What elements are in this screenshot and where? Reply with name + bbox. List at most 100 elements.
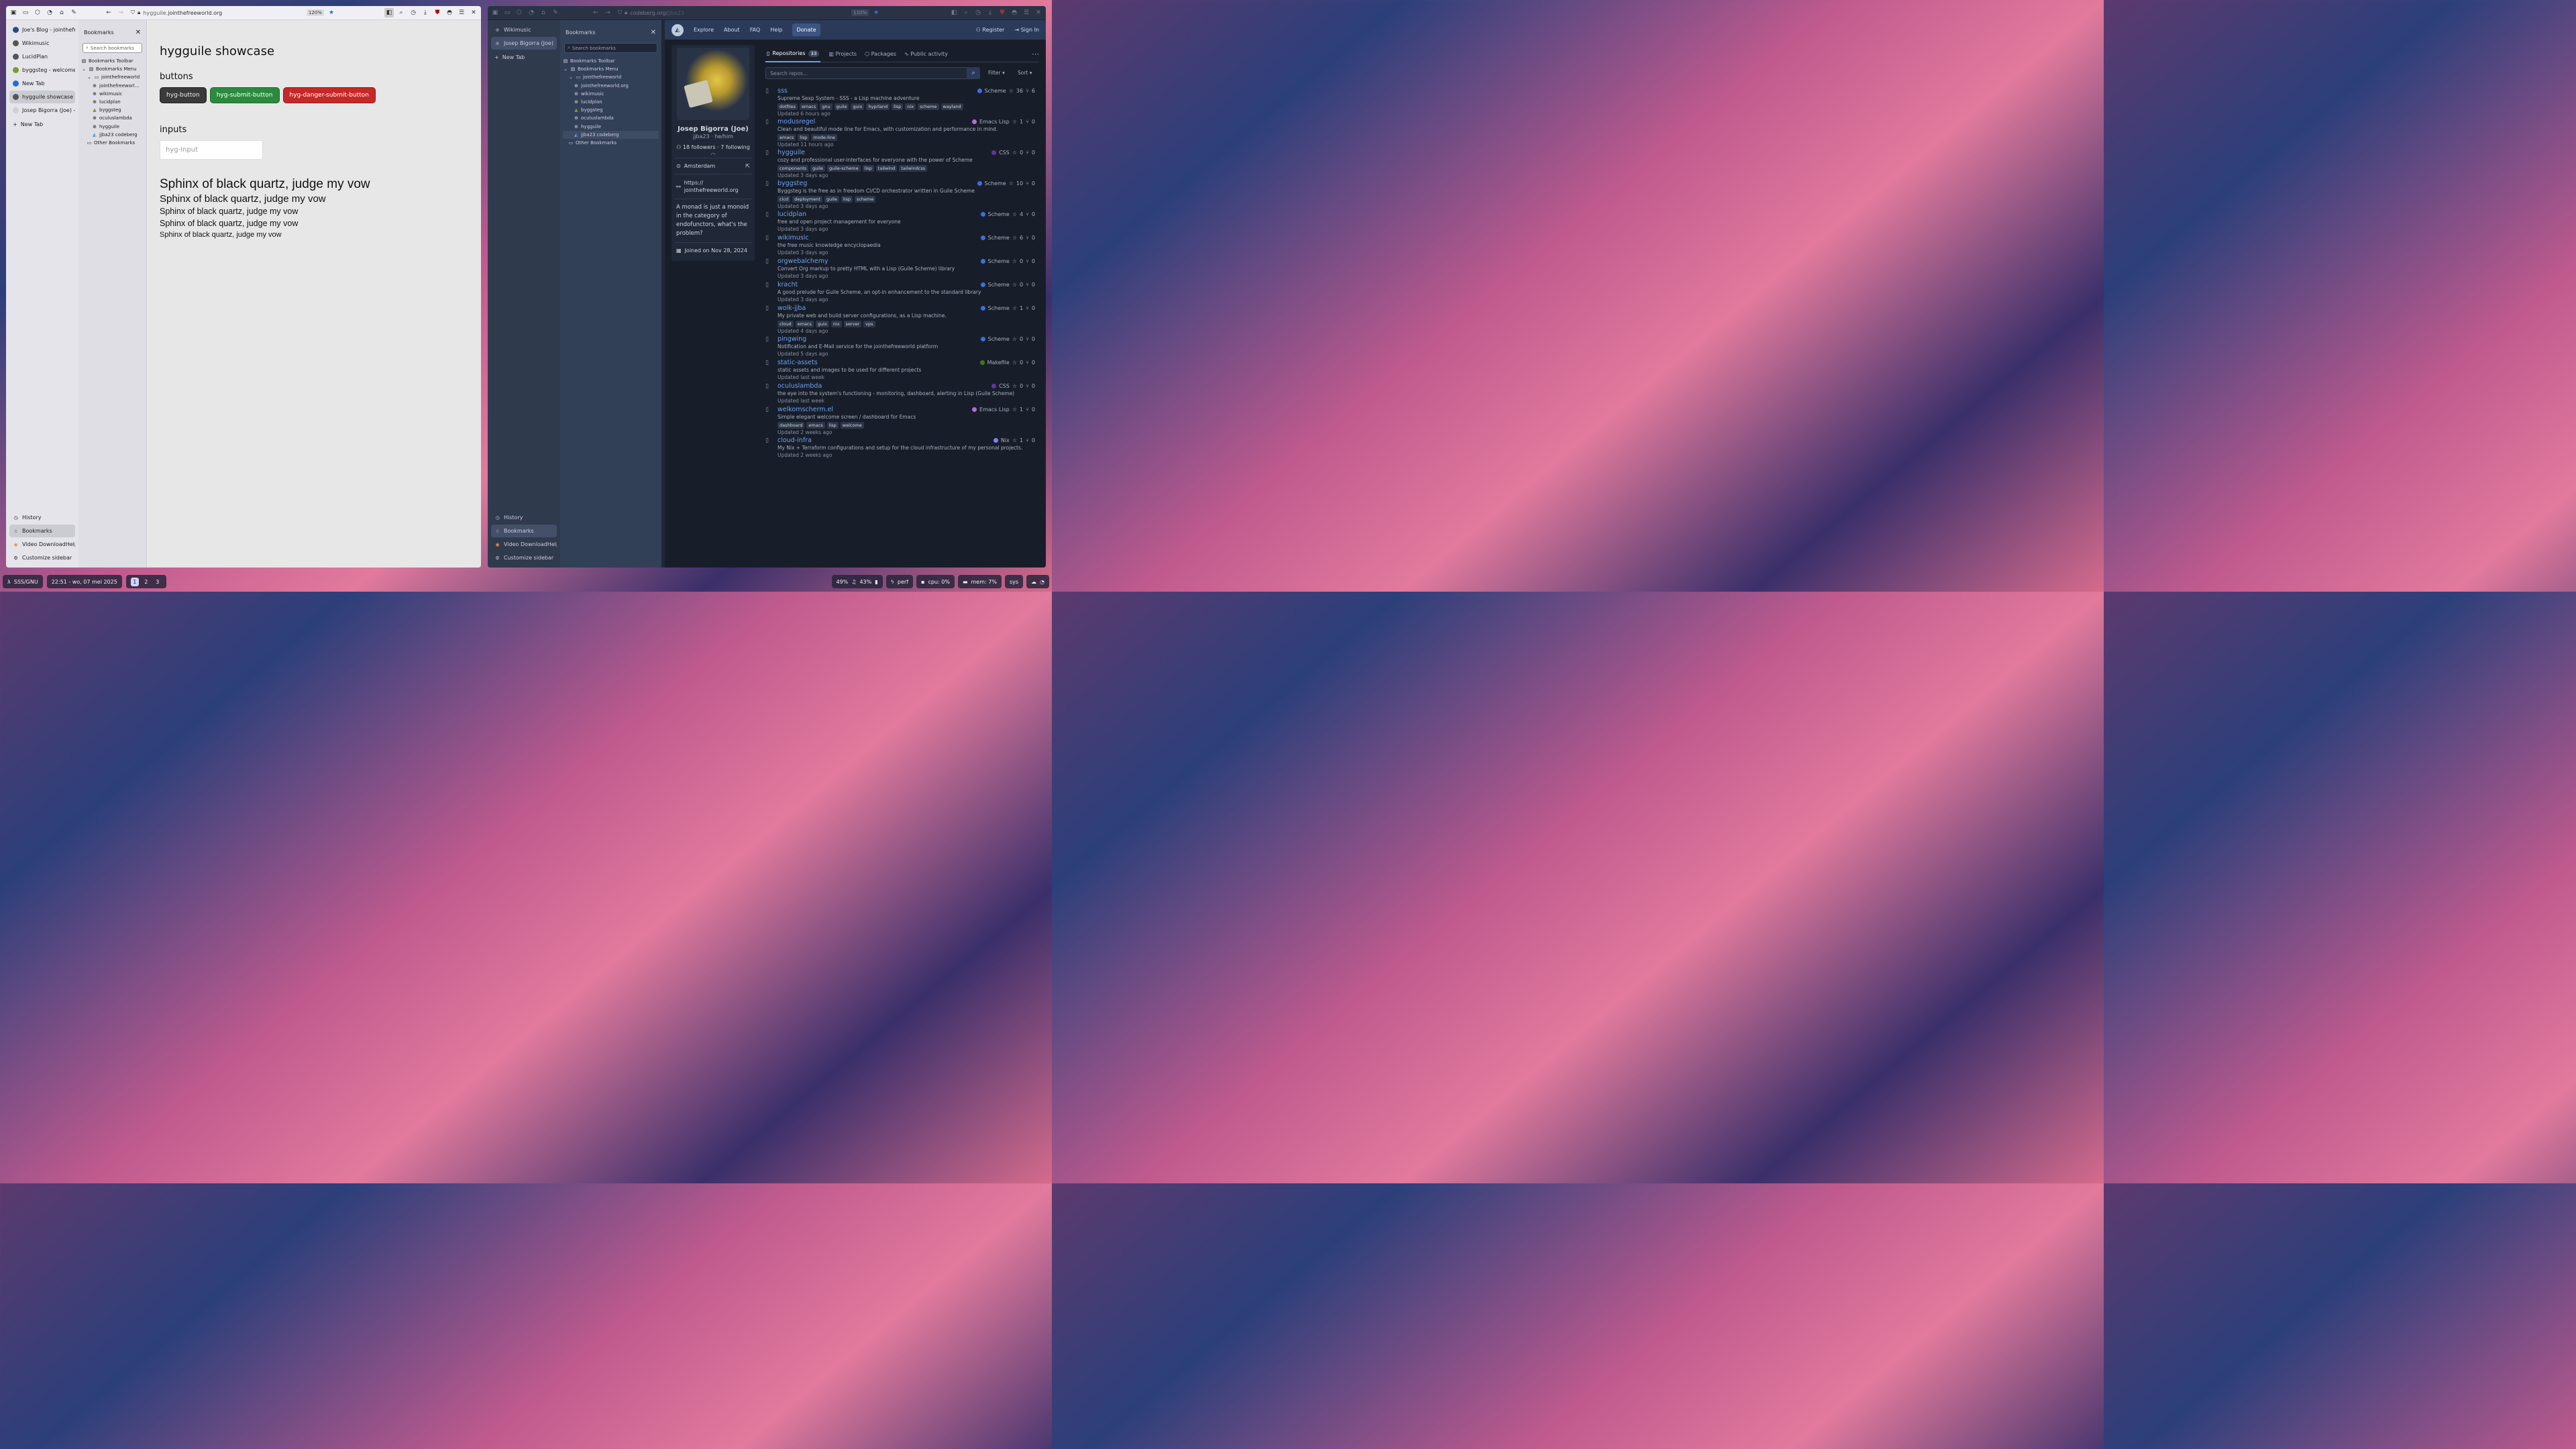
hyg-danger-submit-button[interactable]: hyg-danger-submit-button bbox=[282, 87, 376, 103]
ublock-icon[interactable]: ⛊ bbox=[998, 8, 1007, 17]
os-launcher[interactable]: λ SSS/GNU bbox=[3, 575, 43, 588]
tab-item[interactable]: Wikimusic bbox=[9, 37, 75, 50]
bookmarks-search-input[interactable]: ⌕ Search bookmarks bbox=[83, 43, 142, 53]
bookmark-item[interactable]: ⊕ lucidplan bbox=[563, 98, 659, 106]
codeberg-logo-icon[interactable]: ◭ bbox=[672, 23, 684, 36]
signin-link[interactable]: ⇥ Sign In bbox=[1014, 27, 1039, 33]
ublock-icon[interactable]: ⛊ bbox=[433, 8, 442, 17]
topic-tag[interactable]: guix bbox=[815, 321, 829, 327]
tab-item[interactable]: byggsteg - welcome to bbox=[9, 64, 75, 76]
account-icon[interactable]: ◔ bbox=[45, 8, 54, 17]
profile-website[interactable]: ⚯ https://jointhefreeworld.org bbox=[674, 174, 752, 199]
close-icon[interactable]: ✕ bbox=[1034, 8, 1043, 17]
back-icon[interactable]: ← bbox=[104, 8, 113, 17]
forward-icon[interactable]: → bbox=[603, 8, 612, 17]
bookmark-item[interactable]: ⊕ jointhefreeworld.org bbox=[563, 82, 659, 90]
bookmark-item[interactable]: ◭ jjba23 codeberg bbox=[81, 131, 144, 139]
tools-icon[interactable]: ✎ bbox=[551, 8, 560, 17]
tab-item[interactable]: ⊕ Wikimusic bbox=[491, 23, 557, 36]
other-bookmarks-folder[interactable]: ▭ Other Bookmarks bbox=[81, 139, 144, 147]
topic-tag[interactable]: lisp bbox=[826, 422, 839, 429]
hyg-button[interactable]: hyg-button bbox=[160, 87, 207, 103]
search-icon[interactable]: ⌕ bbox=[961, 8, 971, 17]
topic-tag[interactable]: guile bbox=[824, 196, 839, 203]
sidebar-bottom-item[interactable]: ☆ Bookmarks bbox=[491, 525, 557, 537]
download-icon[interactable]: ⤓ bbox=[421, 8, 430, 17]
register-link[interactable]: ⚇ Register bbox=[976, 27, 1005, 33]
tab-item[interactable]: Joe's Blog - jointhefree bbox=[9, 23, 75, 36]
tab-item[interactable]: ⊕Josep Bigorra (Joe)✕ bbox=[491, 37, 557, 50]
bookmark-item[interactable]: ◭ jjba23 codeberg bbox=[563, 130, 659, 139]
sidebar-bottom-item[interactable]: ⚙ Customize sidebar bbox=[9, 551, 75, 564]
topic-tag[interactable]: gnu bbox=[820, 103, 833, 110]
menu-icon[interactable]: ☰ bbox=[1022, 8, 1031, 17]
bookmarks-toolbar-folder[interactable]: ▤ Bookmarks Toolbar bbox=[563, 57, 659, 65]
topic-tag[interactable]: guile bbox=[834, 103, 849, 110]
sidebar-bottom-item[interactable]: ⚙ Customize sidebar bbox=[491, 551, 557, 564]
sys-menu[interactable]: sys bbox=[1004, 575, 1024, 588]
sidebar-bottom-item[interactable]: ◷ History bbox=[9, 511, 75, 524]
sidebar-bottom-item[interactable]: ◉ Video DownloadHelper bbox=[9, 538, 75, 551]
close-icon[interactable]: ✕ bbox=[136, 29, 141, 36]
topic-tag[interactable]: guile bbox=[810, 165, 826, 172]
bookmark-star-icon[interactable]: ★ bbox=[871, 8, 881, 17]
zoom-badge[interactable]: 120% bbox=[306, 9, 324, 16]
topic-tag[interactable]: mode-line bbox=[811, 134, 837, 141]
zoom-badge[interactable]: 110% bbox=[851, 9, 869, 16]
forward-icon[interactable]: → bbox=[116, 8, 125, 17]
external-link-icon[interactable]: ⇱ bbox=[745, 163, 750, 169]
bookmark-item[interactable]: ⊕ oculuslambda bbox=[81, 114, 144, 122]
inbox-icon[interactable]: ▭ bbox=[502, 8, 512, 17]
bookmark-item[interactable]: ⊕ lucidplan bbox=[81, 98, 144, 106]
more-icon[interactable]: ⋯ bbox=[1032, 50, 1039, 58]
sidebar-tabs-icon[interactable]: ▣ bbox=[9, 8, 18, 17]
topic-tag[interactable]: dotfiles bbox=[777, 103, 798, 110]
topic-tag[interactable]: dashboard bbox=[777, 422, 805, 429]
hyg-input[interactable]: hyg-input bbox=[160, 140, 263, 160]
topic-tag[interactable]: cicd bbox=[777, 196, 791, 203]
extension-icon[interactable]: ⬡ bbox=[515, 8, 524, 17]
search-icon[interactable]: ⌕ bbox=[396, 8, 406, 17]
account-icon[interactable]: ◔ bbox=[527, 8, 536, 17]
topic-tag[interactable]: emacs bbox=[795, 321, 814, 327]
extension-color-icon[interactable]: ◓ bbox=[1010, 8, 1019, 17]
topic-tag[interactable]: cloud bbox=[777, 321, 794, 327]
bookmark-item[interactable]: ⊕ hygguile bbox=[81, 123, 144, 131]
extension-color-icon[interactable]: ◓ bbox=[445, 8, 454, 17]
tab-item[interactable]: LucidPlan bbox=[9, 50, 75, 63]
bookmark-star-icon[interactable]: ★ bbox=[327, 8, 336, 17]
topic-tag[interactable]: tailwind bbox=[875, 165, 898, 172]
extension-icon[interactable]: ⬡ bbox=[33, 8, 42, 17]
sort-dropdown[interactable]: Sort ▾ bbox=[1018, 70, 1032, 76]
topic-tag[interactable]: emacs bbox=[799, 103, 818, 110]
bookmark-item[interactable]: ▲ byggsteg bbox=[563, 106, 659, 114]
new-tab-button[interactable]: + New Tab bbox=[9, 118, 75, 131]
bookmark-item[interactable]: ▲ byggsteg bbox=[81, 106, 144, 114]
topic-tag[interactable]: vps bbox=[863, 321, 875, 327]
home-icon[interactable]: ⌂ bbox=[57, 8, 66, 17]
history-icon[interactable]: ◷ bbox=[409, 8, 418, 17]
workspace-1[interactable]: 1 bbox=[130, 577, 139, 586]
new-tab-button[interactable]: + New Tab bbox=[491, 51, 557, 64]
sidebar-bottom-item[interactable]: ◉ Video DownloadHelper bbox=[491, 538, 557, 551]
back-icon[interactable]: ← bbox=[591, 8, 600, 17]
sidebar-tabs-icon[interactable]: ▣ bbox=[490, 8, 500, 17]
tab-item[interactable]: hygguile showcase✕ bbox=[9, 91, 75, 103]
jointhefreeworld-folder[interactable]: ⌄ ▭ jointhefreeworld bbox=[563, 73, 659, 81]
nav-donate[interactable]: Donate bbox=[792, 23, 820, 36]
menu-icon[interactable]: ☰ bbox=[457, 8, 466, 17]
other-bookmarks-folder[interactable]: ▭ Other Bookmarks bbox=[563, 139, 659, 147]
bookmarks-menu-folder[interactable]: ⌄ ▤ Bookmarks Menu bbox=[563, 65, 659, 73]
topic-tag[interactable]: guile-scheme bbox=[827, 165, 861, 172]
workspace-3[interactable]: 3 bbox=[154, 578, 162, 586]
bookmarks-toolbar-folder[interactable]: ▤ Bookmarks Toolbar bbox=[81, 57, 144, 65]
nav-help[interactable]: Help bbox=[770, 27, 782, 33]
topic-tag[interactable]: nix bbox=[830, 321, 842, 327]
topic-tag[interactable]: scheme bbox=[854, 196, 876, 203]
bookmark-item[interactable]: ⊕ hygguile bbox=[563, 123, 659, 131]
topic-tag[interactable]: emacs bbox=[777, 134, 796, 141]
perf-mode[interactable]: ϟ perf bbox=[885, 575, 914, 588]
search-button[interactable]: ⌕ bbox=[967, 67, 980, 79]
tab-item[interactable]: New Tab bbox=[9, 77, 75, 90]
sidebar-bottom-item[interactable]: ☆ Bookmarks bbox=[9, 525, 75, 537]
